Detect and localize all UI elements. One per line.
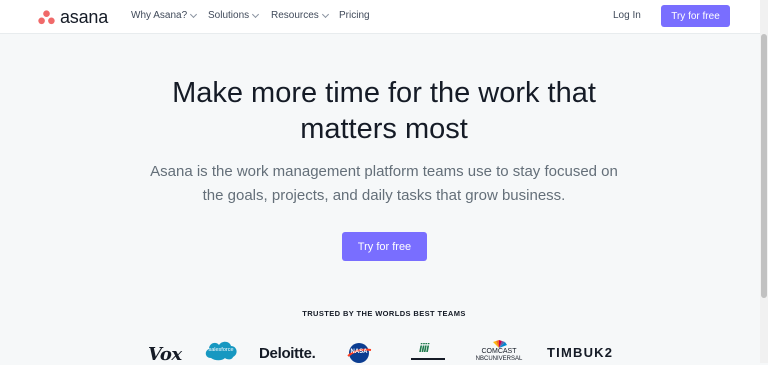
nav-pricing-label: Pricing [339, 10, 370, 21]
login-link[interactable]: Log In [613, 10, 641, 21]
try-for-free-nav-button[interactable]: Try for free [661, 5, 730, 27]
scrollbar-thumb[interactable] [761, 34, 767, 298]
joy-logo: iiii [411, 341, 445, 363]
hero-headline-line-1: Make more time for the work that [172, 77, 596, 109]
brand-name: asana [60, 6, 109, 27]
salesforce-text: salesforce [208, 347, 234, 353]
nav-why-asana-label: Why Asana? [131, 10, 188, 21]
salesforce-logo: salesforce [203, 340, 239, 362]
nasa-text: NASA [350, 349, 368, 355]
top-navigation: asana Why Asana? Solutions Resources Pri… [0, 0, 760, 34]
nbcuniversal-text: NBCUNIVERSAL [475, 356, 523, 362]
nav-resources[interactable]: Resources [271, 10, 329, 21]
nav-solutions[interactable]: Solutions [208, 10, 260, 21]
page-scrollbar[interactable] [760, 0, 768, 363]
nav-solutions-label: Solutions [208, 10, 250, 21]
chevron-down-icon [190, 10, 198, 18]
comcast-text: COMCAST [481, 348, 517, 355]
vox-logo: Vox [148, 344, 182, 365]
deloitte-logo: Deloitte. [259, 345, 316, 362]
asana-logo[interactable]: asana [38, 7, 108, 27]
hero-subheading-line-1: Asana is the work management platform te… [150, 163, 618, 180]
chevron-down-icon [321, 10, 329, 18]
hero-subheading-line-2: the goals, projects, and daily tasks tha… [202, 187, 566, 204]
nav-pricing[interactable]: Pricing [339, 10, 370, 21]
joy-underline [411, 358, 445, 360]
nav-why-asana[interactable]: Why Asana? [131, 10, 198, 21]
chevron-down-icon [252, 10, 260, 18]
try-for-free-hero-button[interactable]: Try for free [342, 232, 427, 261]
peacock-icon [493, 340, 507, 348]
customer-logos: Vox salesforce Deloitte. NASA iiii COMCA… [0, 338, 768, 365]
comcast-nbcuniversal-logo: COMCAST NBCUNIVERSAL [473, 340, 525, 362]
nasa-logo: NASA [346, 341, 372, 363]
asana-dots-icon [38, 9, 55, 24]
timbuk2-logo: TIMBUK2 [547, 345, 614, 360]
nav-resources-label: Resources [271, 10, 319, 21]
hero-subheading: Asana is the work management platform te… [0, 160, 768, 208]
hero-headline: Make more time for the work that matters… [0, 75, 768, 147]
trusted-heading: TRUSTED BY THE WORLDS BEST TEAMS [302, 309, 466, 318]
hero-headline-line-2: matters most [300, 113, 468, 145]
joy-mark: iiii [419, 341, 429, 355]
